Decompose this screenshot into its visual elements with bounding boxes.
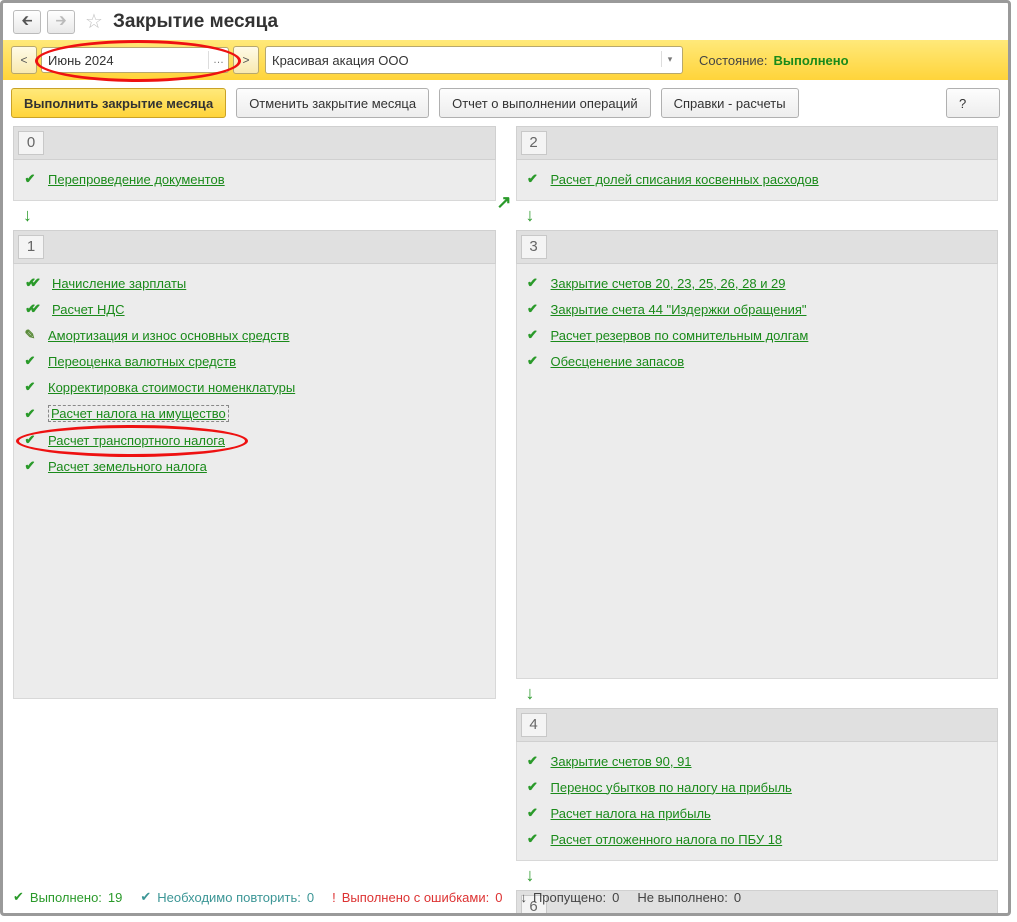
check-icon: ✔ xyxy=(525,779,541,795)
footer-notdone-value: 0 xyxy=(734,890,741,905)
footer-repeat-label: Необходимо повторить: xyxy=(157,890,301,905)
period-next-button[interactable]: > xyxy=(233,46,259,74)
stage-header-1: 1 xyxy=(13,230,496,264)
status-footer: ✔ Выполнено: 19 ✔ Необходимо повторить: … xyxy=(13,889,998,905)
footer-repeat-value: 0 xyxy=(307,890,314,905)
check-icon: ✔ xyxy=(525,753,541,769)
chevron-down-icon[interactable]: ▾ xyxy=(661,51,678,67)
arrow-down-icon: ↓ xyxy=(516,679,999,708)
footer-done-label: Выполнено: xyxy=(30,890,102,905)
operation-link[interactable]: Расчет налога на прибыль xyxy=(551,806,711,821)
operation-link[interactable]: Корректировка стоимости номенклатуры xyxy=(48,380,295,395)
stage-ops-3: ✔ Закрытие счетов 20, 23, 25, 26, 28 и 29… xyxy=(516,264,999,679)
stage-number: 2 xyxy=(521,131,547,155)
check-icon: ✔ xyxy=(22,353,38,369)
stage-number: 4 xyxy=(521,713,547,737)
check-icon: ✔ xyxy=(525,805,541,821)
check-icon: ✔ xyxy=(13,889,24,905)
footer-skipped-label: Пропущено: xyxy=(533,890,606,905)
operation-link[interactable]: Перепроведение документов xyxy=(48,172,225,187)
footer-notdone-label: Не выполнено: xyxy=(637,890,727,905)
organization-value: Красивая акация ООО xyxy=(272,53,409,68)
stage-number: 1 xyxy=(18,235,44,259)
organization-select[interactable]: Красивая акация ООО ▾ xyxy=(265,46,683,74)
check-icon: ✔ xyxy=(525,327,541,343)
period-picker-icon[interactable]: … xyxy=(208,51,224,69)
operation-link[interactable]: Закрытие счетов 20, 23, 25, 26, 28 и 29 xyxy=(551,276,786,291)
references-button[interactable]: Справки - расчеты xyxy=(661,88,799,118)
arrow-diag-icon: ↗ xyxy=(496,192,511,213)
arrow-down-icon: ↓ xyxy=(516,201,999,230)
page-title: Закрытие месяца xyxy=(113,11,278,33)
repeat-icon: ✔ xyxy=(140,889,151,905)
operation-link[interactable]: Амортизация и износ основных средств xyxy=(48,328,289,343)
operation-link[interactable]: Закрытие счетов 90, 91 xyxy=(551,754,692,769)
operation-link[interactable]: Расчет долей списания косвенных расходов xyxy=(551,172,819,187)
nav-back-button[interactable]: 🡰 xyxy=(13,10,41,34)
stage-ops-0: ✔ Перепроведение документов xyxy=(13,160,496,201)
operation-link[interactable]: Начисление зарплаты xyxy=(52,276,186,291)
period-value: Июнь 2024 xyxy=(48,53,114,68)
check-icon: ✔ xyxy=(22,458,38,474)
execute-close-month-button[interactable]: Выполнить закрытие месяца xyxy=(11,88,226,118)
check-icon: ✔ xyxy=(22,379,38,395)
help-button[interactable]: ? xyxy=(946,88,1000,118)
cancel-close-month-button[interactable]: Отменить закрытие месяца xyxy=(236,88,429,118)
operation-link[interactable]: Обесценение запасов xyxy=(551,354,685,369)
check-icon: ✔ xyxy=(525,275,541,291)
period-prev-button[interactable]: < xyxy=(11,46,37,74)
operation-link[interactable]: Расчет транспортного налога xyxy=(48,433,225,448)
check-icon: ✔ xyxy=(22,432,38,448)
error-icon: ! xyxy=(332,890,336,905)
stage-header-3: 3 xyxy=(516,230,999,264)
footer-done-value: 19 xyxy=(108,890,122,905)
favorite-icon[interactable]: ☆ xyxy=(85,9,103,34)
check-icon: ✔ xyxy=(525,831,541,847)
status-label: Состояние: xyxy=(699,53,767,68)
footer-errors-label: Выполнено с ошибками: xyxy=(342,890,490,905)
operation-link[interactable]: Расчет отложенного налога по ПБУ 18 xyxy=(551,832,783,847)
check-icon: ✔ xyxy=(525,353,541,369)
check-icon: ✔ xyxy=(22,406,38,422)
stage-header-4: 4 xyxy=(516,708,999,742)
footer-errors-value: 0 xyxy=(495,890,502,905)
arrow-down-icon: ↓ xyxy=(13,201,496,230)
skip-icon: ↓ xyxy=(520,890,527,905)
status-value: Выполнено xyxy=(773,53,848,68)
stage-number: 0 xyxy=(18,131,44,155)
stage-ops-4: ✔ Закрытие счетов 90, 91 ✔ Перенос убытков… xyxy=(516,742,999,861)
check-icon: ✔ xyxy=(525,171,541,187)
nav-forward-button[interactable]: 🡲 xyxy=(47,10,75,34)
check-edit-icon: ✎ xyxy=(22,327,38,343)
operation-link[interactable]: Расчет резервов по сомнительным долгам xyxy=(551,328,809,343)
operation-link[interactable]: Перенос убытков по налогу на прибыль xyxy=(551,780,792,795)
stage-ops-1: ✔✔Начисление зарплаты ✔✔Расчет НДС ✎Амор… xyxy=(13,264,496,699)
operation-link[interactable]: Расчет налога на имущество xyxy=(48,405,229,422)
footer-skipped-value: 0 xyxy=(612,890,619,905)
operation-link[interactable]: Закрытие счета 44 "Издержки обращения" xyxy=(551,302,807,317)
operation-link[interactable]: Расчет земельного налога xyxy=(48,459,207,474)
stage-ops-2: ✔ Расчет долей списания косвенных расходо… xyxy=(516,160,999,201)
operation-link[interactable]: Расчет НДС xyxy=(52,302,125,317)
stage-number: 3 xyxy=(521,235,547,259)
arrow-down-icon: ↓ xyxy=(516,861,999,890)
operation-row: ✔ Перепроведение документов xyxy=(20,166,489,192)
operation-link[interactable]: Переоценка валютных средств xyxy=(48,354,236,369)
operations-report-button[interactable]: Отчет о выполнении операций xyxy=(439,88,651,118)
double-check-icon: ✔✔ xyxy=(22,275,38,291)
period-input[interactable]: Июнь 2024 … xyxy=(41,47,229,73)
stage-header-2: 2 xyxy=(516,126,999,160)
check-icon: ✔ xyxy=(22,171,38,187)
check-icon: ✔ xyxy=(525,301,541,317)
double-check-icon: ✔✔ xyxy=(22,301,38,317)
stage-header-0: 0 xyxy=(13,126,496,160)
